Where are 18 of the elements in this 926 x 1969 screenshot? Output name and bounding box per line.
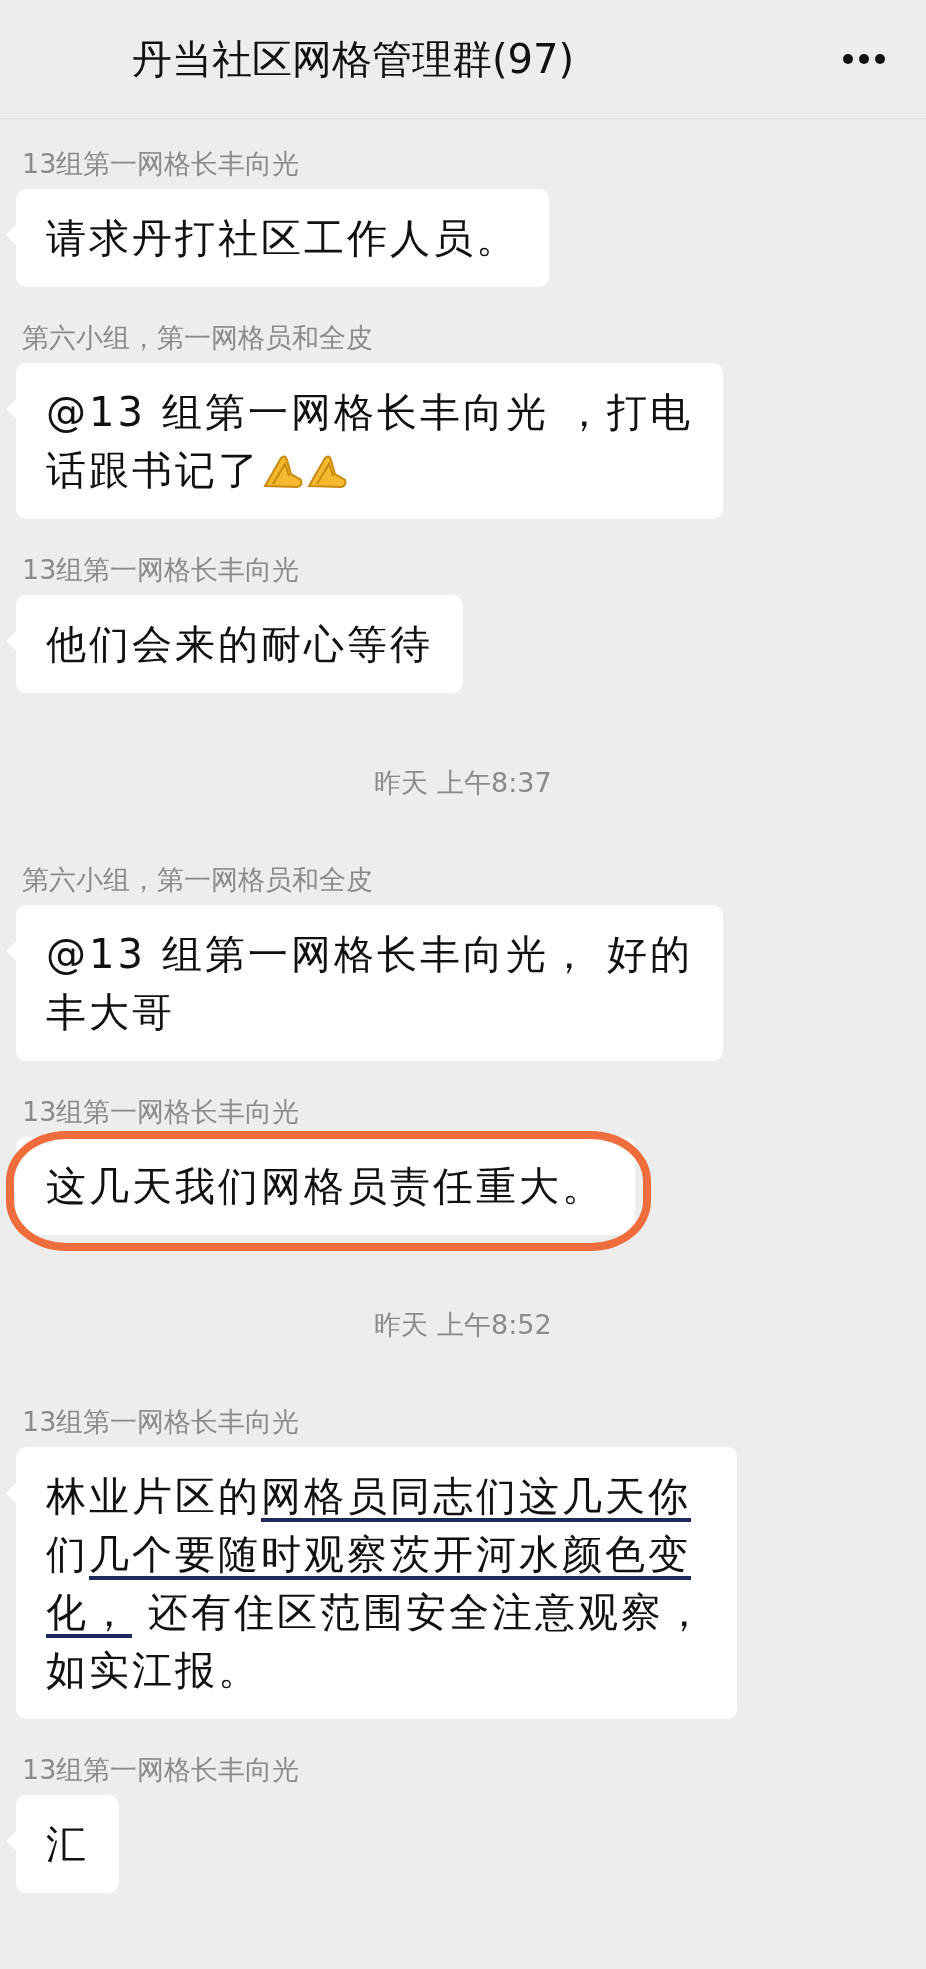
sender-name: 13组第一网格长丰向光	[21, 553, 300, 587]
message-bubble[interactable]: @13 组第一网格长丰向光， 好的 丰大哥	[16, 905, 724, 1061]
sender-name: 13组第一网格长丰向光	[21, 1095, 300, 1129]
timestamp: 昨天 上午8:52	[374, 1308, 552, 1342]
timestamp: 昨天 上午8:37	[374, 766, 552, 800]
message-bubble[interactable]: @13 组第一网格长丰向光 ，打电 话跟书记了	[16, 363, 724, 519]
message-bubble[interactable]: 这几天我们网格员责任重大。	[16, 1137, 635, 1235]
sender-name: 13组第一网格长丰向光	[21, 1753, 300, 1787]
sender-name: 第六小组，第一网格员和全皮	[21, 863, 373, 897]
message-bubble[interactable]: 汇	[16, 1795, 119, 1893]
sender-name: 13组第一网格长丰向光	[21, 1405, 300, 1439]
chat-title: 丹当社区网格管理群(97)	[132, 34, 575, 84]
message-bubble[interactable]: 请求丹打社区工作人员。	[16, 189, 549, 287]
sender-name: 13组第一网格长丰向光	[21, 147, 300, 181]
message-bubble[interactable]: 林业片区的 网格员同志们这几天你 们几个要随时观察茨开河水颜色变 化， 还有住区范围安全注意观察， 如实江报。	[16, 1447, 737, 1719]
sender-name: 第六小组，第一网格员和全皮	[21, 321, 373, 355]
more-icon[interactable]	[842, 53, 886, 65]
message-bubble[interactable]: 他们会来的耐心等待	[16, 595, 463, 693]
